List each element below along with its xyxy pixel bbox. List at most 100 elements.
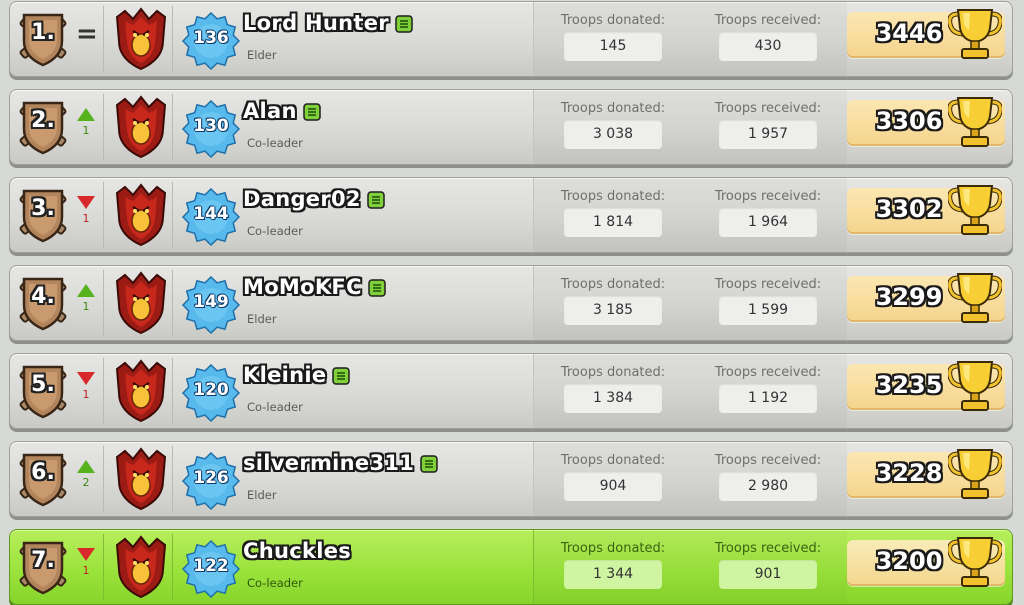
member-row[interactable]: 3. 1 144 Danger02 Co-leader Troops donated: 1 … <box>9 177 1013 253</box>
trophy-count: 3306 <box>875 107 943 135</box>
troops-received-value: 1 964 <box>719 208 817 237</box>
chat-icon[interactable] <box>420 454 438 473</box>
trophy-count: 3228 <box>875 459 943 487</box>
divider <box>103 358 104 424</box>
player-name[interactable]: silvermine311 <box>243 450 438 476</box>
rank-unchanged-icon: = <box>76 19 98 49</box>
divider <box>172 270 173 336</box>
troops-donated-value: 904 <box>564 472 662 501</box>
rank-trend: 1 <box>76 284 96 324</box>
troops-received-value: 1 192 <box>719 384 817 413</box>
league-badge-icon <box>113 271 169 335</box>
member-row[interactable]: 4. 1 149 MoMoKFC Elder Troops donated: 3 185 Tr… <box>9 265 1013 341</box>
troops-donated-value: 3 038 <box>564 120 662 149</box>
troops-donated-label: Troops donated: <box>560 453 666 468</box>
league-badge-icon <box>113 183 169 247</box>
troops-received-label: Troops received: <box>714 101 822 116</box>
rank-number: 6. <box>31 460 55 485</box>
troops-received-label: Troops received: <box>714 541 822 556</box>
trophy-icon <box>947 358 1003 414</box>
experience-level: 144 <box>193 204 229 224</box>
experience-level: 120 <box>193 380 229 400</box>
troops-received-label: Troops received: <box>714 453 822 468</box>
troops-donated-label: Troops donated: <box>560 365 666 380</box>
troops-received-value: 2 980 <box>719 472 817 501</box>
player-name-text: Danger02 <box>243 187 361 211</box>
player-name-text: Kleinie <box>243 363 327 387</box>
rank-number: 5. <box>31 372 55 397</box>
league-badge-icon <box>113 535 169 599</box>
rank-change-count: 1 <box>82 564 90 577</box>
rank-trend: 1 <box>76 548 96 588</box>
trophy-count: 3299 <box>875 283 943 311</box>
rank-down-arrow-icon <box>77 196 95 209</box>
chat-icon[interactable] <box>395 14 413 33</box>
player-name-text: Chuckles <box>243 539 352 563</box>
troops-donated-value: 1 344 <box>564 560 662 589</box>
chat-icon[interactable] <box>368 278 386 297</box>
trophy-icon <box>947 6 1003 62</box>
divider <box>103 94 104 160</box>
rank-trend: 1 <box>76 196 96 236</box>
player-role: Co-leader <box>247 576 303 590</box>
chat-icon[interactable] <box>332 366 351 385</box>
player-name[interactable]: Alan <box>243 98 321 124</box>
trophy-count: 3302 <box>875 195 943 223</box>
troops-received-label: Troops received: <box>714 13 822 28</box>
league-badge-icon <box>113 359 169 423</box>
rank-number: 4. <box>31 284 55 309</box>
troops-donated-value: 1 814 <box>564 208 662 237</box>
experience-level: 136 <box>193 28 229 48</box>
divider <box>172 446 173 512</box>
rank-trend: = <box>76 19 98 60</box>
player-name-text: MoMoKFC <box>243 275 362 299</box>
trophy-icon <box>947 270 1003 326</box>
troops-received-value: 430 <box>719 32 817 61</box>
trophy-icon <box>947 446 1003 502</box>
player-name[interactable]: Chuckles <box>243 538 351 564</box>
member-row[interactable]: 5. 1 120 Kleinie Co-leader Troops donated: 1 3… <box>9 353 1013 429</box>
troops-donated-label: Troops donated: <box>560 189 666 204</box>
trophy-count: 3235 <box>875 371 943 399</box>
troops-donated-value: 1 384 <box>564 384 662 413</box>
rank-up-arrow-icon <box>77 108 95 121</box>
chat-icon[interactable] <box>303 102 321 121</box>
league-badge-icon <box>113 7 169 71</box>
rank-number: 2. <box>31 108 55 133</box>
chat-icon[interactable] <box>367 190 385 209</box>
experience-level: 126 <box>193 468 229 488</box>
divider <box>172 182 173 248</box>
troops-received-value: 1 957 <box>719 120 817 149</box>
player-name[interactable]: Lord Hunter <box>243 10 413 36</box>
divider <box>172 6 173 72</box>
divider <box>103 270 104 336</box>
trophy-count: 3200 <box>875 547 943 575</box>
member-row[interactable]: 7. 1 122 Chuckles Co-leader Troops donated: 1 … <box>9 529 1013 605</box>
player-name[interactable]: Kleinie <box>243 362 351 388</box>
divider <box>103 534 104 600</box>
rank-trend: 1 <box>76 108 96 148</box>
player-name-text: Alan <box>243 99 297 123</box>
troops-donated-value: 3 185 <box>564 296 662 325</box>
experience-level: 122 <box>193 556 229 576</box>
member-row[interactable]: 6. 2 126 silvermine311 Elder Troops donated: 9… <box>9 441 1013 517</box>
troops-donated-label: Troops donated: <box>560 277 666 292</box>
trophy-count: 3446 <box>875 19 943 47</box>
member-row[interactable]: 2. 1 130 Alan Co-leader Troops donated: 3 038 T… <box>9 89 1013 165</box>
rank-down-arrow-icon <box>77 548 95 561</box>
divider <box>103 182 104 248</box>
player-name[interactable]: MoMoKFC <box>243 274 386 300</box>
player-name-text: Lord Hunter <box>243 11 389 35</box>
trophy-icon <box>947 182 1003 238</box>
league-badge-icon <box>113 95 169 159</box>
member-row[interactable]: 1. = 136 Lord Hunter Elder Troops donated: 145… <box>9 1 1013 77</box>
troops-donated-label: Troops donated: <box>560 101 666 116</box>
divider <box>103 6 104 72</box>
divider <box>172 534 173 600</box>
rank-change-count: 1 <box>82 388 90 401</box>
trophy-icon <box>947 534 1003 590</box>
rank-change-count: 1 <box>82 300 90 313</box>
player-role: Co-leader <box>247 400 303 414</box>
rank-trend: 2 <box>76 460 96 500</box>
player-name[interactable]: Danger02 <box>243 186 385 212</box>
